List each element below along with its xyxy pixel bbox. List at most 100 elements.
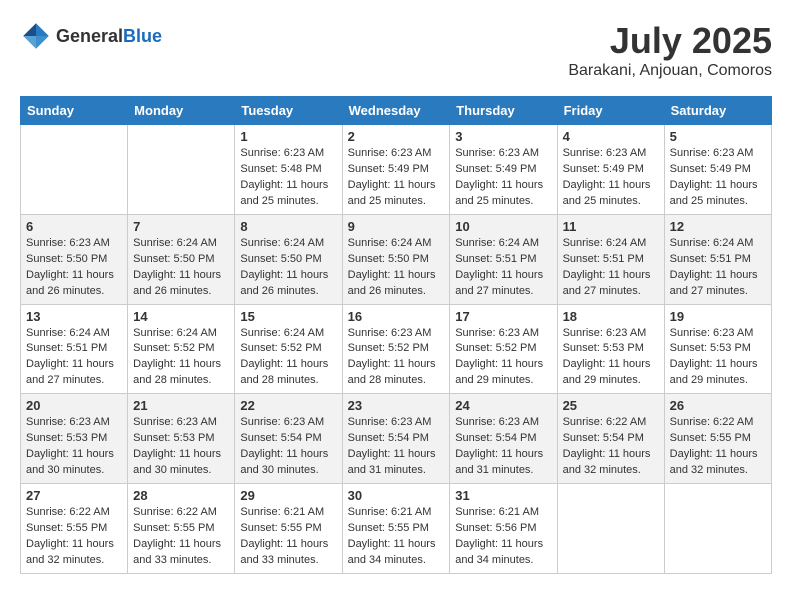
weekday-header-friday: Friday	[557, 97, 664, 125]
calendar-cell: 31 Sunrise: 6:21 AM Sunset: 5:56 PM Dayli…	[450, 484, 557, 574]
calendar-cell: 29 Sunrise: 6:21 AM Sunset: 5:55 PM Dayli…	[235, 484, 342, 574]
day-info: Sunrise: 6:23 AM Sunset: 5:49 PM Dayligh…	[455, 146, 551, 210]
calendar-cell: 8 Sunrise: 6:24 AM Sunset: 5:50 PM Daylig…	[235, 214, 342, 304]
day-info: Sunrise: 6:24 AM Sunset: 5:50 PM Dayligh…	[133, 236, 229, 300]
day-number: 28	[133, 488, 229, 503]
calendar-cell: 4 Sunrise: 6:23 AM Sunset: 5:49 PM Daylig…	[557, 125, 664, 215]
weekday-header-sunday: Sunday	[21, 97, 128, 125]
day-number: 2	[348, 129, 445, 144]
day-info: Sunrise: 6:23 AM Sunset: 5:53 PM Dayligh…	[670, 326, 766, 390]
day-number: 9	[348, 219, 445, 234]
day-number: 15	[240, 309, 336, 324]
day-info: Sunrise: 6:24 AM Sunset: 5:51 PM Dayligh…	[455, 236, 551, 300]
calendar-cell	[664, 484, 771, 574]
calendar-cell: 22Sunrise: 6:23 AM Sunset: 5:54 PM Dayli…	[235, 394, 342, 484]
calendar-cell: 6 Sunrise: 6:23 AM Sunset: 5:50 PM Daylig…	[21, 214, 128, 304]
day-number: 21	[133, 398, 229, 413]
weekday-header-thursday: Thursday	[450, 97, 557, 125]
logo-text: GeneralBlue	[56, 26, 162, 47]
calendar-cell: 17 Sunrise: 6:23 AM Sunset: 5:52 PM Dayli…	[450, 304, 557, 394]
day-number: 19	[670, 309, 766, 324]
weekday-header-tuesday: Tuesday	[235, 97, 342, 125]
day-number: 20	[26, 398, 122, 413]
calendar-cell: 28Sunrise: 6:22 AM Sunset: 5:55 PM Dayli…	[128, 484, 235, 574]
calendar-cell: 26 Sunrise: 6:22 AM Sunset: 5:55 PM Dayli…	[664, 394, 771, 484]
calendar-cell: 21 Sunrise: 6:23 AM Sunset: 5:53 PM Dayli…	[128, 394, 235, 484]
day-info: Sunrise: 6:23 AM Sunset: 5:53 PM Dayligh…	[133, 415, 229, 479]
day-info: Sunrise: 6:23 AM Sunset: 5:50 PM Dayligh…	[26, 236, 122, 300]
day-info: Sunrise: 6:21 AM Sunset: 5:55 PM Dayligh…	[348, 505, 445, 569]
logo-blue: Blue	[123, 26, 162, 46]
day-info: Sunrise: 6:22 AM Sunset: 5:54 PM Dayligh…	[563, 415, 659, 479]
calendar-table: SundayMondayTuesdayWednesdayThursdayFrid…	[20, 96, 772, 574]
day-info: Sunrise: 6:23 AM Sunset: 5:49 PM Dayligh…	[563, 146, 659, 210]
calendar-cell: 23Sunrise: 6:23 AM Sunset: 5:54 PM Dayli…	[342, 394, 450, 484]
calendar-cell: 16 Sunrise: 6:23 AM Sunset: 5:52 PM Dayli…	[342, 304, 450, 394]
day-info: Sunrise: 6:24 AM Sunset: 5:50 PM Dayligh…	[348, 236, 445, 300]
calendar-cell: 1 Sunrise: 6:23 AM Sunset: 5:48 PM Daylig…	[235, 125, 342, 215]
day-info: Sunrise: 6:21 AM Sunset: 5:55 PM Dayligh…	[240, 505, 336, 569]
day-number: 13	[26, 309, 122, 324]
calendar-cell: 3 Sunrise: 6:23 AM Sunset: 5:49 PM Daylig…	[450, 125, 557, 215]
calendar-cell: 30 Sunrise: 6:21 AM Sunset: 5:55 PM Dayli…	[342, 484, 450, 574]
day-number: 7	[133, 219, 229, 234]
calendar-cell: 14Sunrise: 6:24 AM Sunset: 5:52 PM Dayli…	[128, 304, 235, 394]
day-info: Sunrise: 6:24 AM Sunset: 5:51 PM Dayligh…	[563, 236, 659, 300]
day-info: Sunrise: 6:23 AM Sunset: 5:49 PM Dayligh…	[348, 146, 445, 210]
calendar-week-row: 1 Sunrise: 6:23 AM Sunset: 5:48 PM Daylig…	[21, 125, 772, 215]
day-number: 1	[240, 129, 336, 144]
day-info: Sunrise: 6:21 AM Sunset: 5:56 PM Dayligh…	[455, 505, 551, 569]
day-number: 6	[26, 219, 122, 234]
day-number: 12	[670, 219, 766, 234]
calendar-cell: 25 Sunrise: 6:22 AM Sunset: 5:54 PM Dayli…	[557, 394, 664, 484]
day-number: 8	[240, 219, 336, 234]
calendar-cell: 10Sunrise: 6:24 AM Sunset: 5:51 PM Dayli…	[450, 214, 557, 304]
day-number: 17	[455, 309, 551, 324]
weekday-header-saturday: Saturday	[664, 97, 771, 125]
day-number: 22	[240, 398, 336, 413]
calendar-week-row: 6 Sunrise: 6:23 AM Sunset: 5:50 PM Daylig…	[21, 214, 772, 304]
day-info: Sunrise: 6:24 AM Sunset: 5:52 PM Dayligh…	[133, 326, 229, 390]
weekday-header-monday: Monday	[128, 97, 235, 125]
logo-icon	[20, 20, 52, 52]
day-number: 3	[455, 129, 551, 144]
day-info: Sunrise: 6:23 AM Sunset: 5:52 PM Dayligh…	[348, 326, 445, 390]
day-number: 30	[348, 488, 445, 503]
day-info: Sunrise: 6:23 AM Sunset: 5:53 PM Dayligh…	[26, 415, 122, 479]
calendar-cell: 11Sunrise: 6:24 AM Sunset: 5:51 PM Dayli…	[557, 214, 664, 304]
calendar-cell: 2 Sunrise: 6:23 AM Sunset: 5:49 PM Daylig…	[342, 125, 450, 215]
calendar-cell: 18Sunrise: 6:23 AM Sunset: 5:53 PM Dayli…	[557, 304, 664, 394]
day-info: Sunrise: 6:24 AM Sunset: 5:52 PM Dayligh…	[240, 326, 336, 390]
day-info: Sunrise: 6:24 AM Sunset: 5:51 PM Dayligh…	[670, 236, 766, 300]
day-info: Sunrise: 6:23 AM Sunset: 5:52 PM Dayligh…	[455, 326, 551, 390]
day-number: 16	[348, 309, 445, 324]
day-info: Sunrise: 6:23 AM Sunset: 5:48 PM Dayligh…	[240, 146, 336, 210]
calendar-cell: 5 Sunrise: 6:23 AM Sunset: 5:49 PM Daylig…	[664, 125, 771, 215]
calendar-week-row: 20 Sunrise: 6:23 AM Sunset: 5:53 PM Dayli…	[21, 394, 772, 484]
day-info: Sunrise: 6:22 AM Sunset: 5:55 PM Dayligh…	[26, 505, 122, 569]
day-number: 25	[563, 398, 659, 413]
page-title: July 2025	[568, 20, 772, 62]
calendar-cell: 9 Sunrise: 6:24 AM Sunset: 5:50 PM Daylig…	[342, 214, 450, 304]
day-number: 5	[670, 129, 766, 144]
calendar-week-row: 13Sunrise: 6:24 AM Sunset: 5:51 PM Dayli…	[21, 304, 772, 394]
day-number: 29	[240, 488, 336, 503]
calendar-cell	[21, 125, 128, 215]
day-info: Sunrise: 6:23 AM Sunset: 5:54 PM Dayligh…	[348, 415, 445, 479]
day-info: Sunrise: 6:23 AM Sunset: 5:49 PM Dayligh…	[670, 146, 766, 210]
page-location: Barakani, Anjouan, Comoros	[568, 62, 772, 80]
day-number: 31	[455, 488, 551, 503]
calendar-cell: 13Sunrise: 6:24 AM Sunset: 5:51 PM Dayli…	[21, 304, 128, 394]
logo: GeneralBlue	[20, 20, 162, 52]
calendar-cell: 15 Sunrise: 6:24 AM Sunset: 5:52 PM Dayli…	[235, 304, 342, 394]
weekday-header-wednesday: Wednesday	[342, 97, 450, 125]
day-number: 26	[670, 398, 766, 413]
calendar-cell: 27Sunrise: 6:22 AM Sunset: 5:55 PM Dayli…	[21, 484, 128, 574]
calendar-cell: 20 Sunrise: 6:23 AM Sunset: 5:53 PM Dayli…	[21, 394, 128, 484]
calendar-cell	[128, 125, 235, 215]
day-number: 4	[563, 129, 659, 144]
day-info: Sunrise: 6:23 AM Sunset: 5:54 PM Dayligh…	[455, 415, 551, 479]
day-info: Sunrise: 6:24 AM Sunset: 5:50 PM Dayligh…	[240, 236, 336, 300]
day-info: Sunrise: 6:22 AM Sunset: 5:55 PM Dayligh…	[670, 415, 766, 479]
calendar-cell: 19 Sunrise: 6:23 AM Sunset: 5:53 PM Dayli…	[664, 304, 771, 394]
